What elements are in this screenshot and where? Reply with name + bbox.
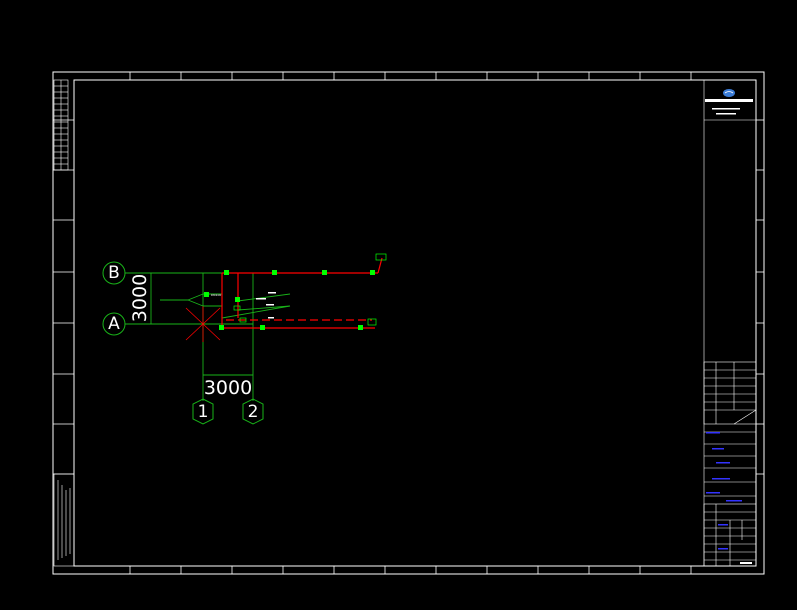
equipment-marks <box>233 253 387 326</box>
fitting <box>370 270 375 275</box>
fitting <box>224 270 229 275</box>
svg-text:2: 2 <box>248 402 259 422</box>
fitting <box>322 270 327 275</box>
fitting <box>358 325 363 330</box>
grid-bubble-b: B <box>102 261 126 285</box>
grid-bubble-2: 2 <box>242 398 264 425</box>
pipe-network <box>221 257 383 329</box>
dimension-text-vertical: 3000 <box>129 274 151 322</box>
outer-border <box>52 71 765 575</box>
fitting <box>260 325 265 330</box>
pipe-fittings <box>204 270 375 330</box>
fitting <box>204 292 209 297</box>
drawing-frame <box>52 71 765 575</box>
inner-border <box>73 79 757 567</box>
pipe-tag-text: DN100 <box>211 293 221 297</box>
grid-bubble-1: 1 <box>192 398 214 425</box>
cad-drawing: B A 1 2 3000 3000 DN100 <box>52 71 765 575</box>
riser-valve <box>375 253 387 261</box>
fitting <box>272 270 277 275</box>
branch-lines <box>160 293 291 319</box>
dimension-text-horizontal: 3000 <box>204 377 252 399</box>
frame-ticks <box>53 72 764 574</box>
svg-text:B: B <box>108 263 120 283</box>
svg-text:A: A <box>108 314 120 334</box>
svg-text:1: 1 <box>198 402 209 422</box>
fitting <box>235 297 240 302</box>
valve <box>233 305 241 311</box>
company-logo <box>705 89 753 115</box>
fitting <box>219 325 224 330</box>
grid-bubble-a: A <box>102 312 126 336</box>
